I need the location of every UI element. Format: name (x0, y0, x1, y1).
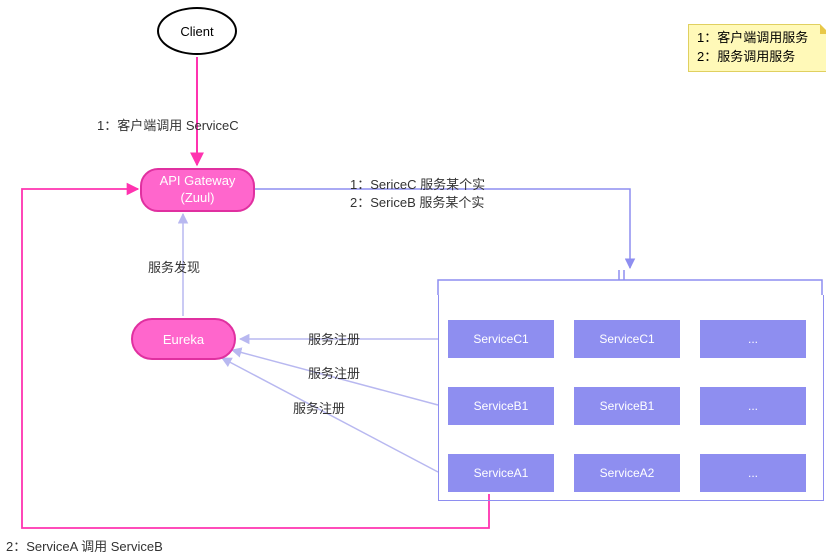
client-label: Client (180, 24, 213, 39)
service-b1-a: ServiceB1 (448, 387, 554, 425)
service-b-more: ... (700, 387, 806, 425)
label-to-services-1: 1：SericeC 服务某个实 (350, 174, 485, 193)
legend-line-2: 2：服务调用服务 (697, 48, 821, 67)
label-a-call-b: 2：ServiceA 调用 ServiceB (6, 536, 163, 555)
service-a2: ServiceA2 (574, 454, 680, 492)
service-c1-a: ServiceC1 (448, 320, 554, 358)
legend-line-1: 1：客户端调用服务 (697, 29, 821, 48)
eureka-label: Eureka (163, 332, 204, 347)
label-reg1: 服务注册 (308, 329, 360, 348)
gateway-label-2: (Zuul) (160, 190, 236, 207)
service-a1: ServiceA1 (448, 454, 554, 492)
gateway-label-1: API Gateway (160, 173, 236, 190)
label-client-call: 1：客户端调用 ServiceC (97, 115, 239, 134)
eureka-node: Eureka (131, 318, 236, 360)
label-discovery: 服务发现 (148, 257, 200, 276)
legend-fold-icon (820, 24, 826, 34)
label-reg3: 服务注册 (293, 398, 345, 417)
label-to-services-2: 2：SericeB 服务某个实 (350, 192, 484, 211)
service-a-more: ... (700, 454, 806, 492)
api-gateway-node: API Gateway (Zuul) (140, 168, 255, 212)
service-c1-b: ServiceC1 (574, 320, 680, 358)
client-node: Client (157, 7, 237, 55)
service-c-more: ... (700, 320, 806, 358)
label-reg2: 服务注册 (308, 363, 360, 382)
legend-note: 1：客户端调用服务 2：服务调用服务 (688, 24, 826, 72)
service-b1-b: ServiceB1 (574, 387, 680, 425)
